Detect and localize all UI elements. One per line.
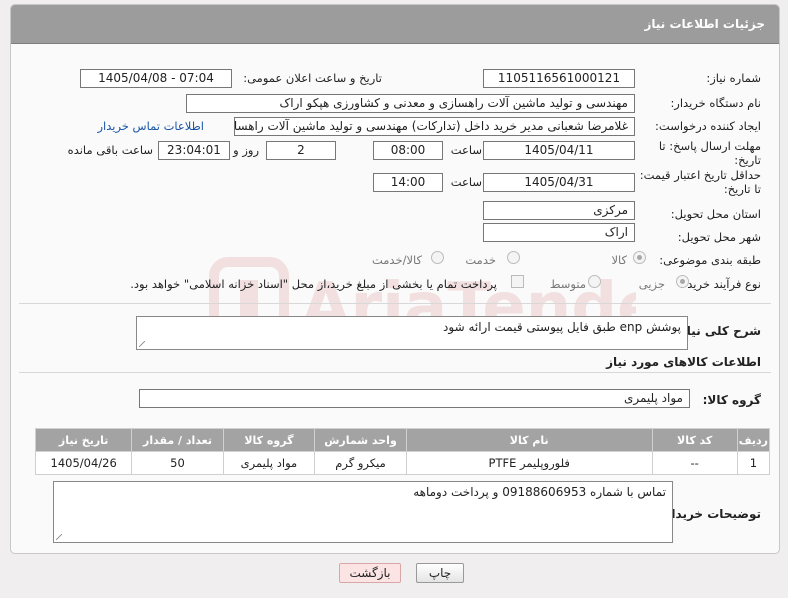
category-goods-label: کالا: [611, 253, 627, 267]
goods-group-field: مواد پلیمری: [139, 389, 690, 408]
category-goods-service-label: کالا/خدمت: [371, 253, 422, 267]
category-label: طبقه بندی موضوعی:: [659, 253, 761, 267]
goods-section-title: اطلاعات کالاهای مورد نیاز: [606, 355, 761, 369]
deadline-time-label: ساعت: [450, 143, 482, 157]
process-minor-label: جزیی: [638, 277, 665, 291]
cell-quantity: 50: [131, 451, 224, 475]
buyer-org-field: مهندسی و تولید ماشین آلات راهسازی و معدن…: [186, 94, 635, 113]
announce-field: 1405/04/08 - 07:04: [80, 69, 232, 88]
main-panel: جزئیات اطلاعات نیاز AriaTender.net شماره…: [10, 4, 780, 554]
cell-code: --: [651, 451, 738, 475]
goods-section-divider: [19, 372, 771, 373]
days-field: 2: [266, 141, 336, 160]
section-divider: [19, 303, 771, 304]
need-number-field: 1105116561000121: [483, 69, 635, 88]
col-quantity: تعداد / مقدار: [131, 428, 224, 452]
cell-need-date: 1405/04/26: [34, 451, 133, 475]
remaining-time-field: 23:04:01: [158, 141, 230, 160]
city-label: شهر محل تحویل:: [677, 230, 761, 244]
buyer-notes-label: توضیحات خریدار:: [659, 507, 761, 521]
days-label: روز و: [233, 143, 259, 157]
buyer-notes-text: تماس با شماره 09188606953 و پرداخت دوماه…: [413, 485, 666, 499]
deadline-label-date: تاریخ:: [734, 153, 761, 167]
province-label: استان محل تحویل:: [670, 207, 761, 221]
creator-field: غلامرضا شعبانی مدیر خرید داخل (تدارکات) …: [234, 117, 635, 136]
panel-title: جزئیات اطلاعات نیاز: [644, 17, 765, 31]
remaining-label: ساعت باقی مانده: [67, 143, 153, 157]
price-validity-label: حداقل تاریخ اعتبار قیمت:: [639, 168, 761, 182]
col-code: کد کالا: [651, 428, 738, 452]
price-validity-label-date: تا تاریخ:: [723, 182, 761, 196]
goods-group-label: گروه کالا:: [702, 393, 761, 407]
need-number-label: شماره نیاز:: [706, 71, 761, 85]
deadline-date-field: 1405/04/11: [483, 141, 635, 160]
buyer-notes-textarea: تماس با شماره 09188606953 و پرداخت دوماه…: [53, 481, 673, 543]
category-service-label: خدمت: [465, 253, 496, 267]
cell-name: فلوروپلیمر PTFE: [405, 451, 653, 475]
process-label: نوع فرآیند خرید :: [679, 277, 761, 291]
cell-group: مواد پلیمری: [222, 451, 316, 475]
goods-table-header: ردیف کد کالا نام کالا واحد شمارش گروه کا…: [34, 428, 771, 452]
deadline-time-field: 08:00: [373, 141, 443, 160]
process-minor-radio[interactable]: [676, 275, 689, 288]
goods-table: ردیف کد کالا نام کالا واحد شمارش گروه کا…: [34, 428, 771, 475]
category-goods-service-radio[interactable]: [431, 251, 444, 264]
description-textarea: پوشش enp طبق فایل پیوستی قیمت ارائه شود: [136, 316, 688, 350]
col-name: نام کالا: [405, 428, 653, 452]
back-button[interactable]: بازگشت: [339, 563, 401, 583]
col-need-date: تاریخ نیاز: [34, 428, 133, 452]
treasury-payment-checkbox[interactable]: [511, 275, 524, 288]
print-button[interactable]: چاپ: [416, 563, 464, 583]
price-validity-date-field: 1405/04/31: [483, 173, 635, 192]
cell-row: 1: [736, 451, 771, 475]
city-field: اراک: [483, 223, 635, 242]
description-text: پوشش enp طبق فایل پیوستی قیمت ارائه شود: [443, 320, 681, 334]
category-service-radio[interactable]: [507, 251, 520, 264]
col-group: گروه کالا: [222, 428, 316, 452]
process-medium-label: متوسط: [549, 277, 586, 291]
process-medium-radio[interactable]: [588, 275, 601, 288]
treasury-payment-note: پرداخت تمام یا بخشی از مبلغ خرید،از محل …: [130, 277, 497, 291]
resize-grip-icon[interactable]: [139, 341, 145, 347]
price-validity-time-label: ساعت: [450, 175, 482, 189]
contact-info-link[interactable]: اطلاعات تماس خریدار: [97, 119, 204, 133]
deadline-label: مهلت ارسال پاسخ: تا: [658, 139, 761, 153]
category-goods-radio[interactable]: [633, 251, 646, 264]
creator-label: ایجاد کننده درخواست:: [655, 119, 761, 133]
announce-label: تاریخ و ساعت اعلان عمومی:: [243, 71, 382, 85]
notes-resize-grip-icon[interactable]: [56, 534, 62, 540]
price-validity-time-field: 14:00: [373, 173, 443, 192]
buyer-org-label: نام دستگاه خریدار:: [670, 96, 761, 110]
province-field: مرکزی: [483, 201, 635, 220]
table-row: 1 -- فلوروپلیمر PTFE میکرو گرم مواد پلیم…: [34, 451, 771, 475]
cell-unit: میکرو گرم: [314, 451, 407, 475]
col-row: ردیف: [736, 428, 771, 452]
col-unit: واحد شمارش: [314, 428, 407, 452]
panel-header: جزئیات اطلاعات نیاز: [11, 5, 779, 44]
